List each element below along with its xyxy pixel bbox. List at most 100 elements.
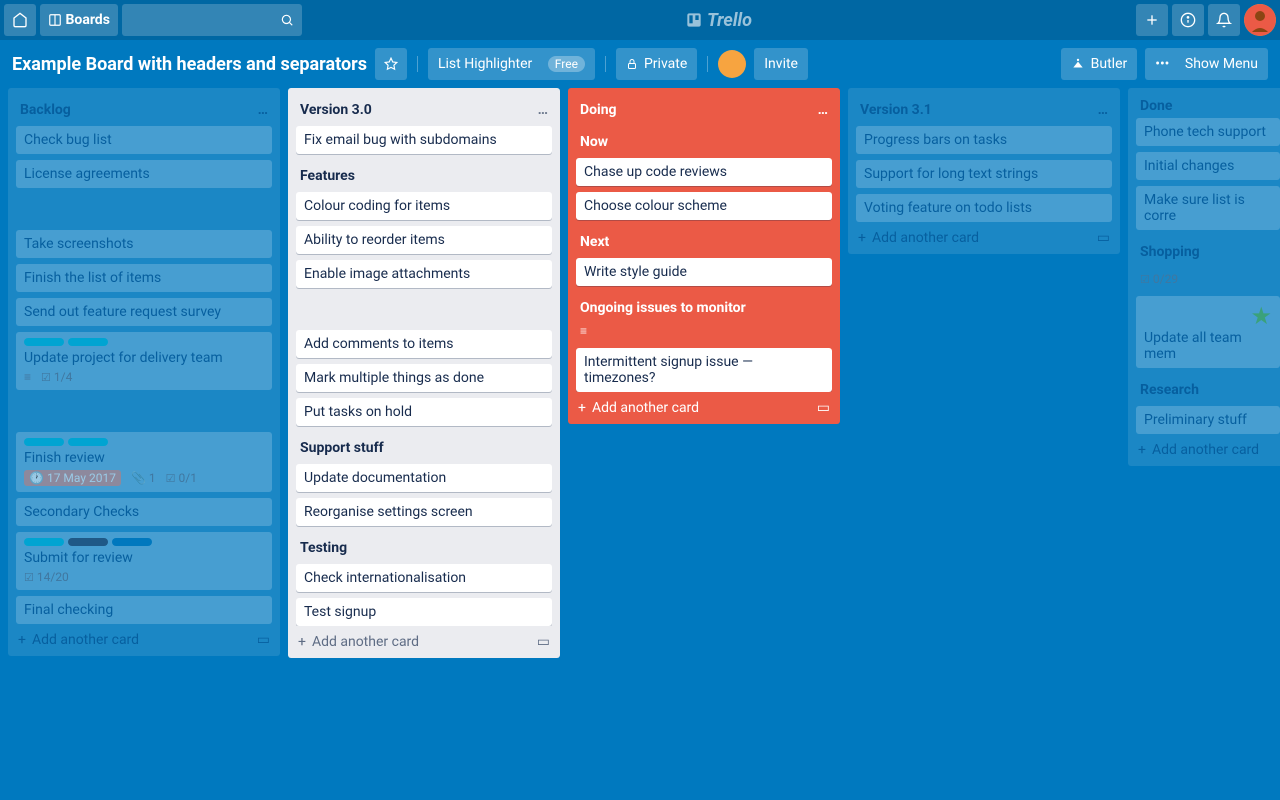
template-icon[interactable]: ▭: [817, 400, 830, 416]
plus-icon: +: [858, 230, 866, 246]
list-title[interactable]: Done: [1140, 98, 1172, 114]
card[interactable]: Support for long text strings: [856, 160, 1112, 188]
member-avatar[interactable]: [718, 50, 746, 78]
checklist-badge: 1/4: [41, 370, 72, 384]
card[interactable]: Write style guide: [576, 258, 832, 286]
template-icon[interactable]: ▭: [537, 634, 550, 650]
search-wrap: [122, 4, 302, 36]
plus-icon: +: [18, 632, 26, 648]
list-menu-icon[interactable]: …: [814, 98, 832, 122]
list-title[interactable]: Backlog: [20, 102, 71, 118]
template-icon[interactable]: ▭: [257, 632, 270, 648]
card[interactable]: Preliminary stuff: [1136, 406, 1280, 434]
section-header: Now: [576, 126, 832, 152]
plus-icon: +: [1138, 442, 1146, 458]
topbar-right: [1136, 4, 1276, 36]
section-header: Next: [576, 226, 832, 252]
user-avatar[interactable]: [1244, 4, 1276, 36]
card[interactable]: Phone tech support: [1136, 118, 1280, 146]
topbar-center: Trello: [306, 10, 1132, 31]
separator: [605, 56, 606, 72]
privacy-button[interactable]: Private: [616, 48, 697, 80]
plus-icon: +: [298, 634, 306, 650]
add-card-button[interactable]: +Add another card: [1128, 434, 1280, 466]
card[interactable]: Reorganise settings screen: [296, 498, 552, 526]
card[interactable]: Secondary Checks: [16, 498, 272, 526]
card[interactable]: Submit for review 14/20: [16, 532, 272, 590]
card[interactable]: Check internationalisation: [296, 564, 552, 592]
add-card-button[interactable]: +Add another card▭: [568, 392, 840, 424]
info-button[interactable]: [1172, 4, 1204, 36]
notifications-button[interactable]: [1208, 4, 1240, 36]
boards-label: Boards: [65, 12, 109, 28]
list-menu-icon[interactable]: …: [1094, 98, 1112, 122]
card[interactable]: Fix email bug with subdomains: [296, 126, 552, 154]
checklist-badge: 0/29: [1140, 272, 1178, 286]
attachment-badge: 📎1: [131, 471, 156, 485]
card[interactable]: Update project for delivery team ≡1/4: [16, 332, 272, 390]
list-menu-icon[interactable]: …: [534, 98, 552, 122]
boards-button[interactable]: Boards: [40, 4, 118, 36]
card[interactable]: Finish the list of items: [16, 264, 272, 292]
add-card-button[interactable]: +Add another card▭: [288, 626, 560, 658]
list-title[interactable]: Version 3.1: [860, 102, 932, 118]
card[interactable]: Choose colour scheme: [576, 192, 832, 220]
list-title[interactable]: Version 3.0: [300, 102, 372, 118]
card[interactable]: Final checking: [16, 596, 272, 624]
card[interactable]: Intermittent signup issue — timezones?: [576, 348, 832, 392]
section-header: Shopping: [1136, 236, 1280, 262]
label-teal: [68, 338, 108, 346]
card[interactable]: Mark multiple things as done: [296, 364, 552, 392]
card[interactable]: Add comments to items: [296, 330, 552, 358]
checklist-badge: 14/20: [24, 570, 69, 584]
boardbar: Example Board with headers and separator…: [0, 40, 1280, 88]
label-teal: [68, 438, 108, 446]
list-highlighter-button[interactable]: List Highlighter Free: [428, 48, 595, 80]
template-icon[interactable]: ▭: [1097, 230, 1110, 246]
butler-button[interactable]: Butler: [1061, 48, 1138, 80]
board: Backlog … Check bug list License agreemen…: [0, 88, 1280, 800]
card[interactable]: Take screenshots: [16, 230, 272, 258]
list-title[interactable]: Doing: [580, 102, 617, 118]
card[interactable]: Check bug list: [16, 126, 272, 154]
list-menu-icon[interactable]: …: [254, 98, 272, 122]
topbar: Boards Trello: [0, 0, 1280, 40]
card[interactable]: Test signup: [296, 598, 552, 626]
card[interactable]: Enable image attachments: [296, 260, 552, 288]
card[interactable]: Initial changes: [1136, 152, 1280, 180]
trello-logo[interactable]: Trello: [686, 10, 752, 31]
show-menu-button[interactable]: ••• Show Menu: [1145, 48, 1268, 80]
card[interactable]: Voting feature on todo lists: [856, 194, 1112, 222]
card[interactable]: License agreements: [16, 160, 272, 188]
label: [24, 538, 64, 546]
card[interactable]: Update documentation: [296, 464, 552, 492]
card[interactable]: Finish review 🕐 17 May 2017📎10/1: [16, 432, 272, 492]
add-card-button[interactable]: +Add another card▭: [848, 222, 1120, 254]
date-badge: 🕐 17 May 2017: [24, 470, 121, 486]
list-backlog: Backlog … Check bug list License agreemen…: [8, 88, 280, 656]
plus-icon: +: [578, 400, 586, 416]
description-icon: ≡: [24, 370, 31, 384]
list-version-3: Version 3.0 … Fix email bug with subdomai…: [288, 88, 560, 658]
card[interactable]: Progress bars on tasks: [856, 126, 1112, 154]
dots-icon: •••: [1155, 56, 1169, 72]
card[interactable]: Colour coding for items: [296, 192, 552, 220]
label-teal: [24, 438, 64, 446]
card[interactable]: ★Update all team mem: [1136, 296, 1280, 368]
invite-button[interactable]: Invite: [754, 48, 808, 80]
card[interactable]: Chase up code reviews: [576, 158, 832, 186]
section-header: Ongoing issues to monitor: [576, 292, 832, 318]
card[interactable]: Send out feature request survey: [16, 298, 272, 326]
card[interactable]: Put tasks on hold: [296, 398, 552, 426]
description-icon: ≡: [576, 324, 832, 342]
home-button[interactable]: [4, 4, 36, 36]
star-button[interactable]: [375, 48, 407, 80]
add-card-button[interactable]: +Add another card▭: [8, 624, 280, 656]
free-badge: Free: [548, 56, 585, 72]
search-input[interactable]: [122, 4, 302, 36]
list-done: Done Phone tech support Initial changes …: [1128, 88, 1280, 466]
card[interactable]: Ability to reorder items: [296, 226, 552, 254]
board-title[interactable]: Example Board with headers and separator…: [12, 54, 367, 75]
create-button[interactable]: [1136, 4, 1168, 36]
card[interactable]: Make sure list is corre: [1136, 186, 1280, 230]
